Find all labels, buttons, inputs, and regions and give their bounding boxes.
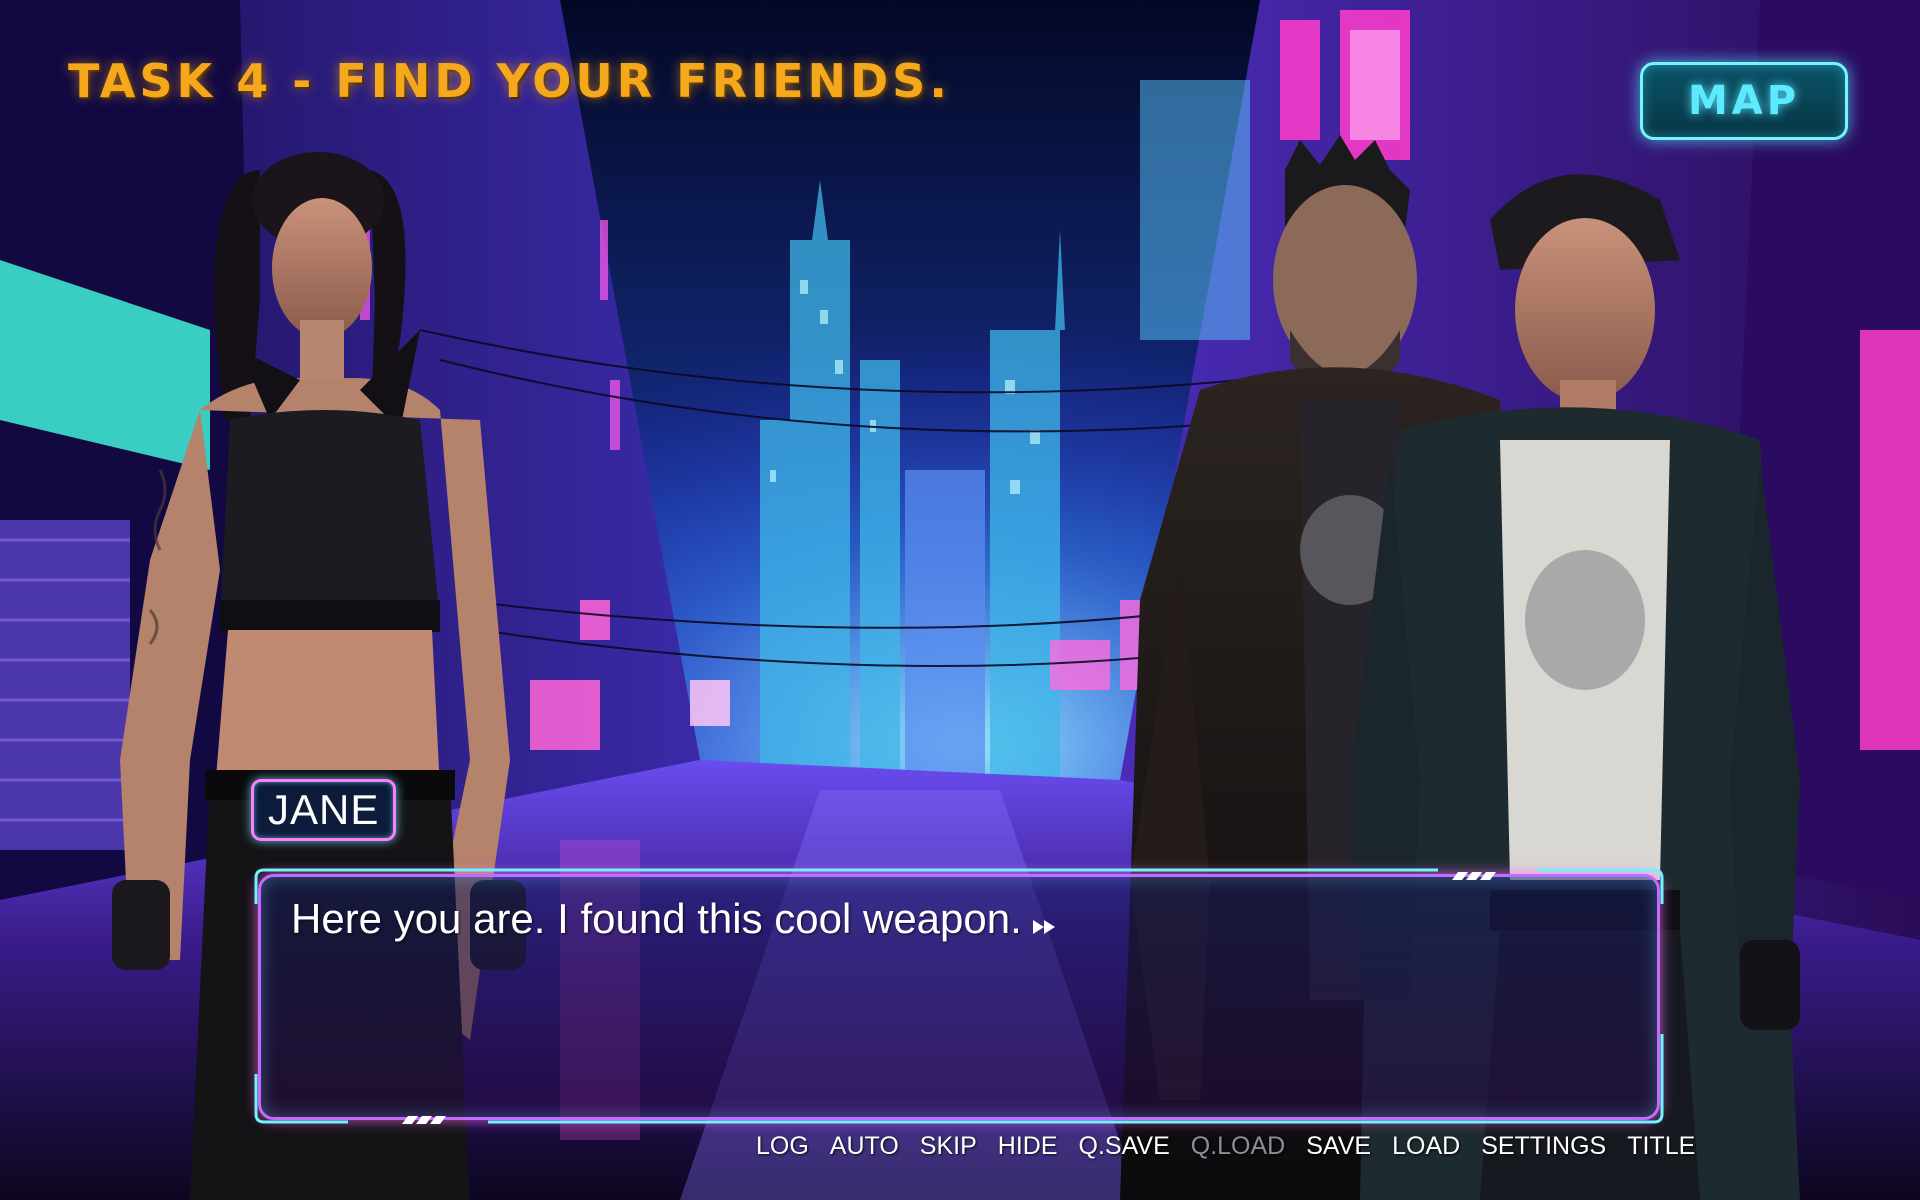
map-button-label: MAP [1687, 78, 1801, 124]
quick-menu-hide[interactable]: HIDE [998, 1132, 1058, 1161]
fast-forward-icon [1032, 898, 1058, 946]
quick-menu-auto[interactable]: AUTO [830, 1132, 899, 1161]
speaker-name-plate: JANE [251, 779, 397, 841]
quick-menu-quick-save[interactable]: Q.SAVE [1079, 1132, 1170, 1161]
speaker-name: JANE [268, 786, 380, 833]
quick-menu-log[interactable]: LOG [756, 1132, 809, 1161]
quick-menu-skip[interactable]: SKIP [920, 1132, 977, 1161]
quick-menu-quick-load: Q.LOAD [1190, 1132, 1286, 1160]
dialogue-text-line: Here you are. I found this cool weapon. [291, 895, 1058, 946]
dialogue-box[interactable]: Here you are. I found this cool weapon. [258, 874, 1660, 1120]
dialogue-text: Here you are. I found this cool weapon. [291, 895, 1022, 942]
quick-menu-load[interactable]: LOAD [1392, 1132, 1460, 1161]
task-title: TASK 4 - FIND YOUR FRIENDS. [68, 54, 951, 108]
quick-menu-save[interactable]: SAVE [1306, 1132, 1371, 1161]
quick-menu-settings[interactable]: SETTINGS [1481, 1132, 1606, 1161]
map-button[interactable]: MAP [1640, 62, 1848, 140]
game-screen: TASK 4 - FIND YOUR FRIENDS. MAP JANE Her… [0, 0, 1920, 1200]
quick-menu: LOG AUTO SKIP HIDE Q.SAVE Q.LOAD SAVE LO… [756, 1132, 1695, 1161]
quick-menu-title[interactable]: TITLE [1627, 1132, 1695, 1161]
